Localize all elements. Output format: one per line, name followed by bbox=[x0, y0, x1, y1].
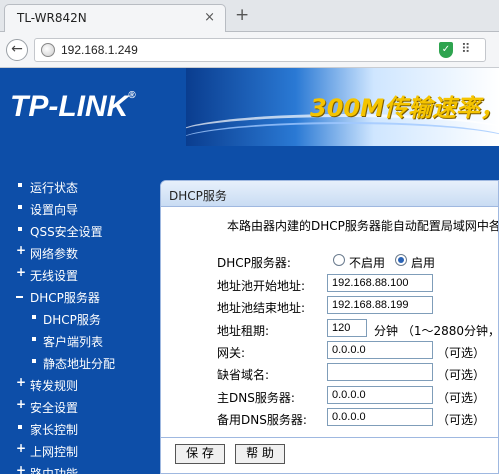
help-button[interactable]: 帮 助 bbox=[235, 444, 285, 464]
optional-hint: （可选） bbox=[437, 413, 486, 427]
lease-field[interactable]: 120 bbox=[327, 319, 367, 337]
end-address-label: 地址池结束地址: bbox=[217, 301, 306, 315]
banner-graphic: 300M传输速率， bbox=[186, 68, 499, 146]
end-address-row: 地址池结束地址: 192.168.88.199 bbox=[217, 296, 498, 316]
bullet-icon bbox=[32, 359, 36, 363]
sidebar-item[interactable]: DHCP服务器 bbox=[0, 287, 150, 309]
sidebar-item[interactable]: + 转发规则 bbox=[0, 375, 150, 397]
sidebar-item-label: 静态地址分配 bbox=[43, 357, 116, 371]
plus-icon: + bbox=[16, 243, 27, 257]
sidebar-item-label: 客户端列表 bbox=[43, 335, 104, 349]
disable-radio[interactable] bbox=[333, 254, 345, 266]
save-button[interactable]: 保 存 bbox=[175, 444, 225, 464]
tp-link-logo: TP-LINK® bbox=[10, 90, 136, 123]
end-address-field[interactable]: 192.168.88.199 bbox=[327, 296, 433, 314]
divider bbox=[161, 437, 498, 438]
disable-radio-label: 不启用 bbox=[349, 256, 386, 270]
plus-icon: + bbox=[16, 463, 27, 474]
bullet-icon bbox=[18, 183, 22, 187]
plus-icon: + bbox=[16, 265, 27, 279]
gateway-label: 网关: bbox=[217, 346, 246, 360]
close-icon[interactable]: × bbox=[204, 10, 215, 25]
sidebar-item[interactable]: QSS安全设置 bbox=[0, 221, 150, 243]
start-address-label: 地址池开始地址: bbox=[217, 279, 306, 293]
optional-hint: （可选） bbox=[437, 391, 486, 405]
plus-icon: + bbox=[16, 397, 27, 411]
sidebar-item[interactable]: 家长控制 bbox=[0, 419, 150, 441]
sidebar-item-label: 家长控制 bbox=[30, 423, 79, 437]
address-bar: ← 192.168.1.249 ✓ ⠿ bbox=[0, 32, 499, 68]
new-tab-icon[interactable]: + bbox=[235, 6, 249, 24]
bullet-icon bbox=[18, 227, 22, 231]
back-arrow-icon[interactable]: ← bbox=[6, 39, 28, 61]
shield-icon[interactable]: ✓ bbox=[439, 42, 453, 58]
sidebar-item-label: 运行状态 bbox=[30, 181, 79, 195]
dhcp-panel: DHCP服务 本路由器内建的DHCP服务器能自动配置局域网中各计算 DHCP服务… bbox=[160, 180, 499, 474]
domain-field[interactable] bbox=[327, 363, 433, 381]
sidebar-item[interactable]: 运行状态 bbox=[0, 177, 150, 199]
gateway-field[interactable]: 0.0.0.0 bbox=[327, 341, 433, 359]
sidebar-item[interactable]: 设置向导 bbox=[0, 199, 150, 221]
sidebar-item-label: 网络参数 bbox=[30, 247, 79, 261]
sidebar-item[interactable]: DHCP服务 bbox=[0, 309, 150, 331]
secondary-dns-field[interactable]: 0.0.0.0 bbox=[327, 408, 433, 426]
browser-tab[interactable]: TL-WR842N × bbox=[4, 4, 226, 32]
secondary-dns-row: 备用DNS服务器: 0.0.0.0 （可选） bbox=[217, 408, 498, 428]
domain-row: 缺省域名: （可选） bbox=[217, 363, 498, 383]
enable-radio[interactable] bbox=[395, 254, 407, 266]
dhcp-server-row: DHCP服务器: 不启用 启用 bbox=[217, 251, 498, 271]
panel-title: DHCP服务 bbox=[169, 189, 227, 203]
sidebar-item[interactable]: + 路由功能 bbox=[0, 463, 150, 474]
bullet-icon bbox=[32, 315, 36, 319]
panel-header: DHCP服务 bbox=[161, 181, 498, 207]
bullet-icon bbox=[18, 205, 22, 209]
sidebar-item-label: QSS安全设置 bbox=[30, 225, 103, 239]
primary-dns-row: 主DNS服务器: 0.0.0.0 （可选） bbox=[217, 386, 498, 406]
domain-label: 缺省域名: bbox=[217, 368, 270, 382]
plus-icon: + bbox=[16, 441, 27, 455]
sidebar-item-label: DHCP服务 bbox=[43, 313, 101, 327]
primary-dns-label: 主DNS服务器: bbox=[217, 391, 295, 405]
bullet-icon bbox=[18, 425, 22, 429]
start-address-row: 地址池开始地址: 192.168.88.100 bbox=[217, 274, 498, 294]
lease-hint: 分钟 （1～2880分钟，缺 bbox=[374, 324, 499, 338]
bullet-icon bbox=[32, 337, 36, 341]
optional-hint: （可选） bbox=[437, 368, 486, 382]
tab-title: TL-WR842N bbox=[17, 11, 87, 25]
sidebar-item[interactable]: 客户端列表 bbox=[0, 331, 150, 353]
secondary-dns-label: 备用DNS服务器: bbox=[217, 413, 307, 427]
gateway-row: 网关: 0.0.0.0 （可选） bbox=[217, 341, 498, 361]
sidebar-menu: 运行状态 设置向导 QSS安全设置 + 网络参数 + 无线设置 DHCP服务器 DHCP服务 客户… bbox=[0, 146, 150, 474]
apps-grid-icon[interactable]: ⠿ bbox=[461, 43, 471, 57]
dhcp-server-label: DHCP服务器: bbox=[217, 256, 291, 270]
url-text: 192.168.1.249 bbox=[61, 43, 138, 57]
sidebar-item[interactable]: + 安全设置 bbox=[0, 397, 150, 419]
sidebar-item-label: 无线设置 bbox=[30, 269, 79, 283]
sidebar-item-label: 上网控制 bbox=[30, 445, 79, 459]
optional-hint: （可选） bbox=[437, 346, 486, 360]
banner-slogan: 300M传输速率， bbox=[310, 94, 499, 122]
url-input[interactable]: 192.168.1.249 ✓ ⠿ bbox=[34, 38, 486, 62]
sidebar-item-label: 安全设置 bbox=[30, 401, 79, 415]
sidebar-item[interactable]: + 上网控制 bbox=[0, 441, 150, 463]
intro-text: 本路由器内建的DHCP服务器能自动配置局域网中各计算 bbox=[227, 219, 499, 233]
sidebar-item-label: 路由功能 bbox=[30, 467, 79, 474]
lease-row: 地址租期: 120 分钟 （1～2880分钟，缺 bbox=[217, 319, 499, 339]
sidebar-item-label: DHCP服务器 bbox=[30, 291, 100, 305]
sidebar-item-label: 转发规则 bbox=[30, 379, 79, 393]
minus-icon bbox=[16, 296, 23, 298]
browser-tab-strip: TL-WR842N × + bbox=[0, 0, 499, 32]
enable-radio-label: 启用 bbox=[411, 256, 436, 270]
plus-icon: + bbox=[16, 375, 27, 389]
sidebar-item[interactable]: + 无线设置 bbox=[0, 265, 150, 287]
sidebar-item[interactable]: + 网络参数 bbox=[0, 243, 150, 265]
start-address-field[interactable]: 192.168.88.100 bbox=[327, 274, 433, 292]
sidebar-item-label: 设置向导 bbox=[30, 203, 79, 217]
globe-icon bbox=[41, 43, 55, 57]
page-banner: TP-LINK® 300M传输速率， bbox=[0, 68, 499, 146]
lease-label: 地址租期: bbox=[217, 324, 270, 338]
sidebar-item[interactable]: 静态地址分配 bbox=[0, 353, 150, 375]
primary-dns-field[interactable]: 0.0.0.0 bbox=[327, 386, 433, 404]
